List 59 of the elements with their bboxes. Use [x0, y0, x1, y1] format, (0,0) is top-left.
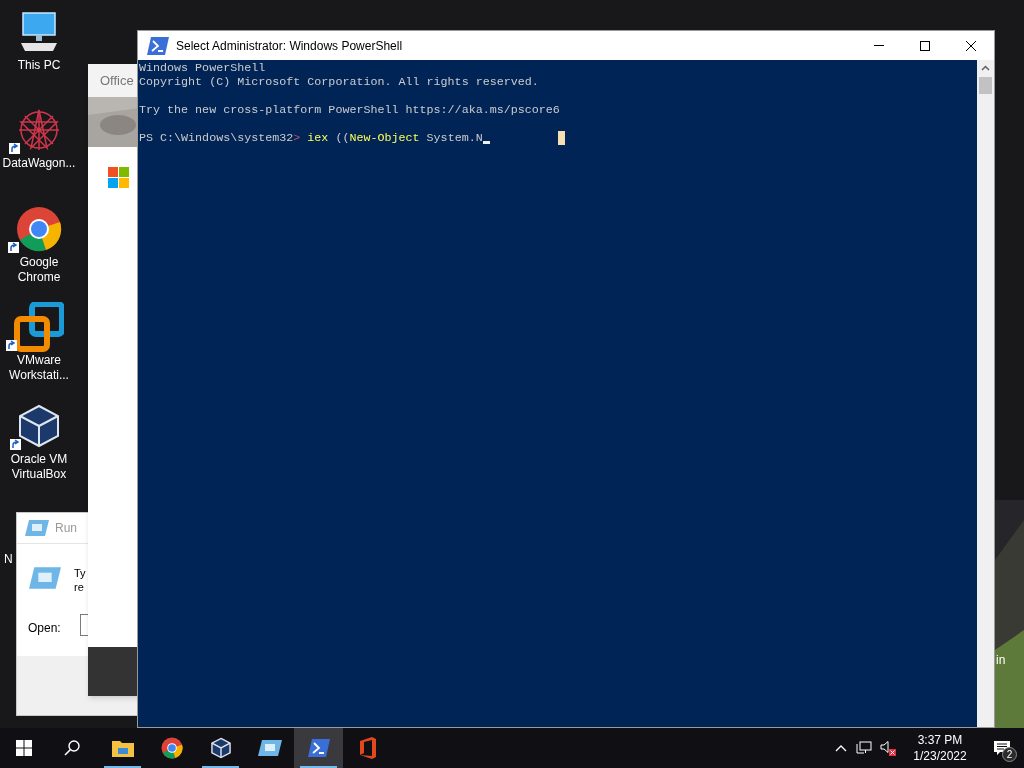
clock[interactable]: 3:37 PM 1/23/2022: [900, 728, 980, 768]
scrollbar-thumb[interactable]: [979, 77, 992, 94]
minimize-icon: [874, 45, 884, 46]
search-icon: [64, 740, 80, 756]
desktop-icon-label[interactable]: in: [996, 653, 1006, 668]
powershell-icon: [147, 36, 169, 55]
chrome-icon: [160, 737, 183, 759]
chrome-icon: [16, 206, 62, 252]
description-text: re: [74, 580, 85, 594]
scrollbar[interactable]: [977, 60, 994, 727]
office-icon: [357, 737, 378, 759]
console-text: New-Object: [349, 131, 420, 145]
notification-button[interactable]: 2: [980, 728, 1024, 768]
console-text: Windows PowerShell: [139, 61, 266, 75]
console-text: ((: [334, 131, 350, 145]
desktop-icon-label[interactable]: Oracle VM VirtualBox: [1, 452, 77, 482]
windows-logo-icon: [108, 167, 129, 188]
star-pattern-icon: [17, 108, 61, 152]
powershell-icon: [307, 739, 330, 757]
run-dialog-icon: [29, 566, 61, 590]
shortcut-arrow-icon: [6, 340, 17, 351]
running-indicator: [300, 766, 337, 768]
console-text: PS C:\Windows\system32: [139, 131, 294, 145]
network-icon: [856, 741, 872, 755]
maximize-icon: [920, 40, 930, 51]
text-cursor: [482, 141, 490, 144]
console-text: Try the new cross-platform PowerShell https://aka.ms/pscore6: [139, 103, 560, 117]
desktop-icon-label[interactable]: Google Chrome: [1, 255, 77, 285]
notification-count-badge: 2: [1002, 747, 1017, 762]
block-cursor: [558, 131, 565, 145]
console-text: >: [293, 131, 301, 145]
desktop-icon-label[interactable]: VMware Workstati...: [1, 353, 77, 383]
window-title: Office: [100, 71, 134, 90]
console-text: iex: [306, 131, 329, 145]
windows-logo-icon: [16, 740, 32, 756]
console-text: System.N: [425, 131, 483, 145]
description-text: Ty: [74, 566, 86, 580]
speaker-icon: [880, 740, 896, 756]
shortcut-arrow-icon: [9, 143, 20, 154]
close-icon: [966, 40, 976, 51]
desktop-icon-label[interactable]: N: [4, 552, 13, 567]
overlapping-squares-icon: [14, 302, 64, 352]
input-field[interactable]: [80, 614, 88, 636]
run-dialog-icon: [25, 519, 49, 537]
run-dialog-icon: [257, 739, 282, 757]
shortcut-arrow-icon: [8, 242, 19, 253]
window-title: Run: [55, 520, 77, 537]
cube-icon: [18, 404, 60, 448]
chevron-up-icon: [835, 744, 847, 752]
shortcut-arrow-icon: [10, 439, 21, 450]
desktop-icon-label[interactable]: This PC: [1, 58, 77, 73]
window-title: Select Administrator: Windows PowerShell: [176, 37, 403, 55]
cube-icon: [210, 737, 231, 759]
desktop-icon-label[interactable]: DataWagon...: [1, 156, 77, 171]
field-label: Open:: [28, 620, 61, 637]
console-text: Copyright (C) Microsoft Corporation. All rights reserved.: [139, 75, 539, 89]
folder-icon: [111, 739, 134, 757]
running-indicator: [104, 766, 141, 768]
running-indicator: [202, 766, 239, 768]
